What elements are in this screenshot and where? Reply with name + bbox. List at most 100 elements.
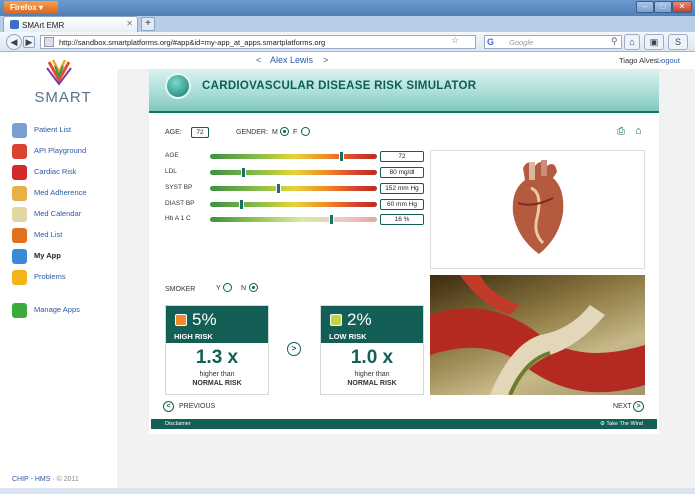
slider-handle-hb-a-1-c[interactable] <box>329 214 334 225</box>
plus-icon <box>12 303 27 318</box>
sidebar-item-patient-list[interactable]: Patient List <box>12 122 116 138</box>
high-risk-multiplier: 1.3 x <box>165 347 269 369</box>
magnifier-icon <box>12 123 27 138</box>
slider-handle-ldl[interactable] <box>241 167 246 178</box>
smoker-y-radio[interactable] <box>223 283 232 292</box>
smoker-label: SMOKER <box>165 286 195 293</box>
sidebar-item-my-app[interactable]: My App <box>12 248 116 264</box>
search-input[interactable]: Google <box>484 35 622 49</box>
smart-logo-icon <box>45 58 73 86</box>
slider-track-ldl[interactable] <box>210 170 377 175</box>
windows-icon <box>12 249 27 264</box>
slider-handle-age[interactable] <box>339 151 344 162</box>
sidebar-item-problems[interactable]: Problems <box>12 269 116 285</box>
prev-patient-button[interactable]: < <box>256 55 261 65</box>
app-home-icon[interactable]: ⌂ <box>635 125 642 137</box>
close-window-button[interactable]: ✕ <box>672 1 692 13</box>
smoker-y-label: Y <box>216 285 221 292</box>
next-patient-button[interactable]: > <box>323 55 328 65</box>
gender-m-label: M <box>272 129 278 136</box>
tab-close-icon[interactable]: ✕ <box>126 19 133 28</box>
sidebar-item-label: Med Adherence <box>34 188 87 197</box>
bookmark-star-icon[interactable]: ☆ <box>451 35 459 46</box>
low-risk-percent: 2% <box>347 310 372 330</box>
slider-label-diast-bp: DIAST BP <box>165 200 195 207</box>
copyright: · © 2011 <box>50 476 78 483</box>
sidebar-item-api-playground[interactable]: API Playground <box>12 143 116 159</box>
url-bar[interactable]: http://sandbox.smartplatforms.org/#app&i… <box>40 35 476 49</box>
sidebar-item-med-adherence[interactable]: Med Adherence <box>12 185 116 201</box>
sidebar-item-med-calendar[interactable]: Med Calendar <box>12 206 116 222</box>
slider-value-ldl[interactable]: 80 mg/dl <box>380 167 424 178</box>
minimize-button[interactable]: – <box>636 1 654 13</box>
heart-monitor-icon <box>165 73 191 99</box>
artery-illustration <box>430 275 645 395</box>
slider-track-diast-bp[interactable] <box>210 202 377 207</box>
sidebar-item-label: Patient List <box>34 125 71 134</box>
heart-icon <box>12 165 27 180</box>
gender-label: GENDER: <box>236 129 268 136</box>
warning-icon <box>12 270 27 285</box>
previous-icon[interactable]: < <box>163 401 174 412</box>
user-name: Tiago Alves - <box>619 56 662 65</box>
low-risk-multiplier: 1.0 x <box>320 347 424 369</box>
calendar-icon <box>12 186 27 201</box>
next-button[interactable]: NEXT <box>613 403 632 410</box>
logout-link[interactable]: Logout <box>657 56 680 65</box>
maximize-button[interactable]: □ <box>654 1 672 13</box>
site-identity-icon[interactable] <box>44 37 54 47</box>
addon-button[interactable]: S <box>668 34 688 50</box>
gender-m-radio[interactable] <box>280 127 289 136</box>
slider-label-ldl: LDL <box>165 168 177 175</box>
app-footer-bar: Disclaimer ⚙ Take The Wind <box>151 419 657 429</box>
sidebar-item-med-list[interactable]: Med List <box>12 227 116 243</box>
next-icon[interactable]: > <box>633 401 644 412</box>
slider-value-diast-bp[interactable]: 60 mm Hg <box>380 199 424 210</box>
sidebar-item-label: Cardiac Risk <box>34 167 77 176</box>
new-tab-button[interactable]: + <box>141 17 155 31</box>
status-bar <box>0 488 695 494</box>
gender-f-label: F <box>293 129 297 136</box>
slider-handle-syst-bp[interactable] <box>276 183 281 194</box>
slider-value-hb-a-1-c[interactable]: 16 % <box>380 214 424 225</box>
high-risk-line2: NORMAL RISK <box>165 380 269 387</box>
sidebar-footer: CHIP - HMS · © 2011 <box>12 476 79 483</box>
home-button[interactable]: ⌂ <box>624 34 640 50</box>
high-risk-percent: 5% <box>192 310 217 330</box>
age-label: AGE: <box>165 129 182 136</box>
compare-arrow-button[interactable]: > <box>287 342 301 356</box>
high-risk-swatch <box>175 314 187 326</box>
slider-handle-diast-bp[interactable] <box>239 199 244 210</box>
age-input[interactable]: 72 <box>191 127 209 138</box>
disclaimer-link[interactable]: Disclaimer <box>165 419 191 429</box>
smoker-n-radio[interactable] <box>249 283 258 292</box>
google-search-engine-icon[interactable]: G <box>487 37 497 47</box>
previous-button[interactable]: PREVIOUS <box>179 403 215 410</box>
tab-smart-emr[interactable]: SMArt EMR ✕ <box>3 16 138 32</box>
print-icon[interactable]: ⎙ <box>617 126 625 137</box>
back-button[interactable]: ◀ <box>6 34 22 50</box>
search-go-icon[interactable]: ⚲ <box>611 36 618 47</box>
slider-track-age[interactable] <box>210 154 377 159</box>
slider-track-hb-a-1-c[interactable] <box>210 217 377 222</box>
take-the-wind-link[interactable]: ⚙ Take The Wind <box>600 419 643 429</box>
high-risk-line1: higher than <box>165 371 269 378</box>
sidebar-item-cardiac-risk[interactable]: Cardiac Risk <box>12 164 116 180</box>
slider-value-syst-bp[interactable]: 152 mm Hg <box>380 183 424 194</box>
slider-label-age: AGE <box>165 152 179 159</box>
firefox-menu-label: Firefox <box>10 3 37 12</box>
patient-header <box>117 52 695 69</box>
bookmarks-button[interactable]: ▣ <box>644 34 664 50</box>
tab-favicon-icon <box>10 20 19 29</box>
slider-label-syst-bp: SYST BP <box>165 184 192 191</box>
low-risk-line1: higher than <box>320 371 424 378</box>
forward-button[interactable]: ▶ <box>23 36 35 48</box>
sidebar-item-label: Problems <box>34 272 66 281</box>
gender-f-radio[interactable] <box>301 127 310 136</box>
slider-track-syst-bp[interactable] <box>210 186 377 191</box>
firefox-menu-button[interactable]: Firefox ▾ <box>4 1 58 14</box>
chip-hms-link[interactable]: CHIP - HMS <box>12 476 50 483</box>
slider-value-age[interactable]: 72 <box>380 151 424 162</box>
sidebar-item-label: Manage Apps <box>34 305 80 314</box>
sidebar-item-manage-apps[interactable]: Manage Apps <box>12 302 116 318</box>
